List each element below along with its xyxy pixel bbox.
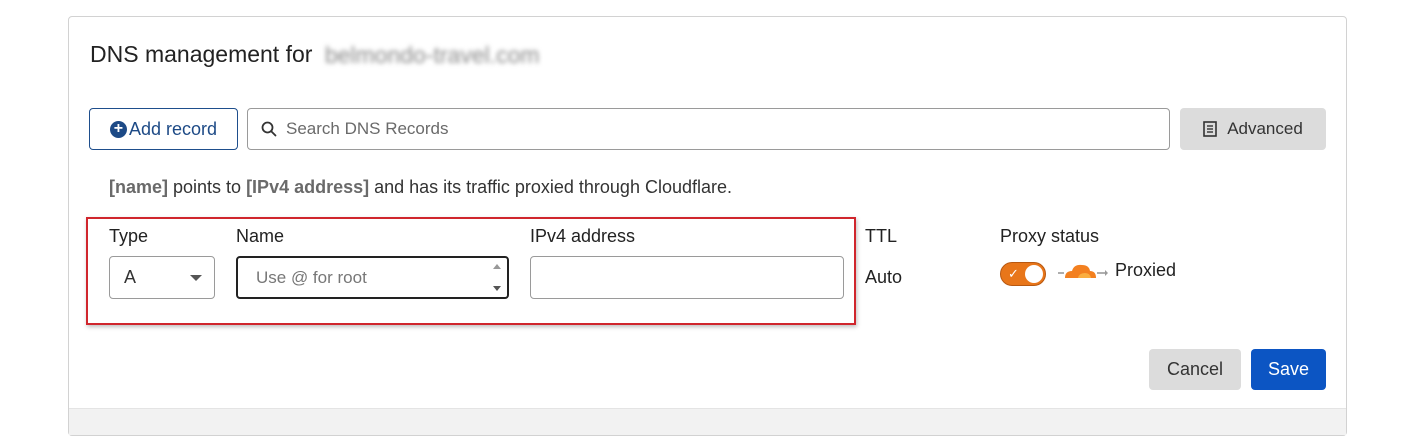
type-select[interactable]: A (109, 256, 215, 299)
name-spinner[interactable] (490, 259, 504, 296)
search-icon (261, 121, 277, 137)
cancel-button[interactable]: Cancel (1149, 349, 1241, 390)
points-to-text: points to (168, 177, 247, 197)
ipv4-label: IPv4 address (530, 226, 636, 246)
type-value: A (124, 267, 137, 287)
name-token: [name] (109, 177, 169, 197)
ttl-value: Auto (865, 267, 903, 287)
domain-name: belmondo-travel.com (324, 42, 540, 69)
card-footer-strip (69, 408, 1346, 435)
advanced-label: Advanced (1227, 119, 1303, 138)
check-icon: ✓ (1008, 266, 1019, 281)
record-description: [name] points to [IPv4 address] and has … (109, 177, 732, 198)
type-label: Type (109, 226, 149, 246)
search-box[interactable] (247, 108, 1170, 150)
proxy-status-value: Proxied (1115, 260, 1177, 280)
chevron-down-icon (190, 274, 202, 281)
save-button[interactable]: Save (1251, 349, 1326, 390)
spin-up-icon[interactable] (493, 264, 501, 269)
name-input[interactable] (238, 260, 490, 295)
ttl-label: TTL (865, 226, 898, 246)
search-dns-input[interactable] (284, 110, 1169, 148)
page-title-text: DNS management for (90, 41, 313, 67)
name-field[interactable] (236, 256, 509, 299)
plus-circle-icon: + (109, 120, 127, 138)
cloud-icon (1058, 264, 1108, 278)
add-record-label: Add record (128, 118, 218, 139)
notice-rest-text: and has its traffic proxied through Clou… (369, 177, 732, 197)
target-token: [IPv4 address] (246, 177, 370, 197)
name-label: Name (236, 226, 285, 246)
document-icon (1203, 121, 1217, 137)
add-record-button[interactable]: + Add record (89, 108, 238, 150)
toggle-knob (1025, 265, 1043, 283)
ipv4-address-input[interactable] (530, 256, 844, 299)
advanced-button[interactable]: Advanced (1180, 108, 1326, 150)
proxy-status-label: Proxy status (1000, 226, 1100, 246)
page-title: DNS management for belmondo-travel.com (90, 41, 540, 69)
spin-down-icon[interactable] (493, 286, 501, 291)
proxy-toggle[interactable]: ✓ (1000, 262, 1046, 286)
dns-management-card: DNS management for belmondo-travel.com +… (68, 16, 1347, 436)
